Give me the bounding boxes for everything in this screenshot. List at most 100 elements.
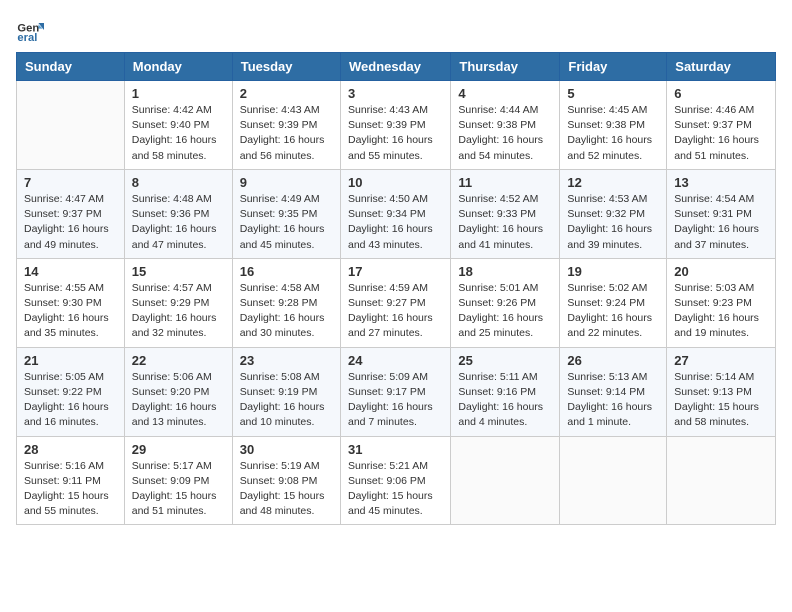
calendar-cell: 3Sunrise: 4:43 AMSunset: 9:39 PMDaylight… bbox=[340, 81, 450, 170]
day-number: 2 bbox=[240, 86, 333, 101]
cell-info: Sunrise: 5:11 AMSunset: 9:16 PMDaylight:… bbox=[458, 370, 552, 431]
header-day-saturday: Saturday bbox=[667, 53, 776, 81]
cell-info: Sunrise: 4:44 AMSunset: 9:38 PMDaylight:… bbox=[458, 103, 552, 164]
header: Gen eral bbox=[16, 16, 776, 44]
day-number: 15 bbox=[132, 264, 225, 279]
day-number: 1 bbox=[132, 86, 225, 101]
calendar-cell: 19Sunrise: 5:02 AMSunset: 9:24 PMDayligh… bbox=[560, 258, 667, 347]
day-number: 6 bbox=[674, 86, 768, 101]
calendar-week-row: 28 Sunrise: 5:16 AMSunset: 9:11 PMDayligh… bbox=[17, 436, 776, 525]
cell-info: Sunrise: 5:19 AMSunset: 9:08 PMDaylight:… bbox=[240, 459, 333, 520]
cell-info: Sunrise: 5:01 AMSunset: 9:26 PMDaylight:… bbox=[458, 281, 552, 342]
cell-info: Sunrise: 4:59 AMSunset: 9:27 PMDaylight:… bbox=[348, 281, 443, 342]
cell-info: Sunrise: 4:58 AMSunset: 9:28 PMDaylight:… bbox=[240, 281, 333, 342]
day-number: 25 bbox=[458, 353, 552, 368]
day-number: 12 bbox=[567, 175, 659, 190]
calendar-cell: 1 Sunrise: 4:42 AMSunset: 9:40 PMDaylight… bbox=[124, 81, 232, 170]
header-day-friday: Friday bbox=[560, 53, 667, 81]
svg-text:eral: eral bbox=[17, 32, 37, 44]
cell-info: Sunrise: 5:14 AMSunset: 9:13 PMDaylight:… bbox=[674, 370, 768, 431]
calendar-cell: 21 Sunrise: 5:05 AMSunset: 9:22 PMDayligh… bbox=[17, 347, 125, 436]
calendar-cell: 28 Sunrise: 5:16 AMSunset: 9:11 PMDayligh… bbox=[17, 436, 125, 525]
day-number: 17 bbox=[348, 264, 443, 279]
calendar-week-row: 1 Sunrise: 4:42 AMSunset: 9:40 PMDaylight… bbox=[17, 81, 776, 170]
header-day-wednesday: Wednesday bbox=[340, 53, 450, 81]
day-number: 23 bbox=[240, 353, 333, 368]
calendar-cell bbox=[560, 436, 667, 525]
logo: Gen eral bbox=[16, 16, 48, 44]
calendar-cell: 16 Sunrise: 4:58 AMSunset: 9:28 PMDayligh… bbox=[232, 258, 340, 347]
calendar: SundayMondayTuesdayWednesdayThursdayFrid… bbox=[16, 52, 776, 525]
calendar-week-row: 14Sunrise: 4:55 AMSunset: 9:30 PMDayligh… bbox=[17, 258, 776, 347]
cell-info: Sunrise: 4:45 AMSunset: 9:38 PMDaylight:… bbox=[567, 103, 659, 164]
cell-info: Sunrise: 5:03 AMSunset: 9:23 PMDaylight:… bbox=[674, 281, 768, 342]
calendar-cell: 27 Sunrise: 5:14 AMSunset: 9:13 PMDayligh… bbox=[667, 347, 776, 436]
day-number: 27 bbox=[674, 353, 768, 368]
cell-info: Sunrise: 4:53 AMSunset: 9:32 PMDaylight:… bbox=[567, 192, 659, 253]
calendar-cell: 29Sunrise: 5:17 AMSunset: 9:09 PMDayligh… bbox=[124, 436, 232, 525]
calendar-cell: 5 Sunrise: 4:45 AMSunset: 9:38 PMDaylight… bbox=[560, 81, 667, 170]
day-number: 21 bbox=[24, 353, 117, 368]
calendar-cell: 6Sunrise: 4:46 AMSunset: 9:37 PMDaylight… bbox=[667, 81, 776, 170]
cell-info: Sunrise: 5:05 AMSunset: 9:22 PMDaylight:… bbox=[24, 370, 117, 431]
cell-info: Sunrise: 4:55 AMSunset: 9:30 PMDaylight:… bbox=[24, 281, 117, 342]
calendar-cell: 13Sunrise: 4:54 AMSunset: 9:31 PMDayligh… bbox=[667, 169, 776, 258]
cell-info: Sunrise: 5:16 AMSunset: 9:11 PMDaylight:… bbox=[24, 459, 117, 520]
header-day-sunday: Sunday bbox=[17, 53, 125, 81]
day-number: 13 bbox=[674, 175, 768, 190]
calendar-cell: 4 Sunrise: 4:44 AMSunset: 9:38 PMDaylight… bbox=[451, 81, 560, 170]
day-number: 22 bbox=[132, 353, 225, 368]
calendar-header-row: SundayMondayTuesdayWednesdayThursdayFrid… bbox=[17, 53, 776, 81]
day-number: 18 bbox=[458, 264, 552, 279]
day-number: 7 bbox=[24, 175, 117, 190]
day-number: 5 bbox=[567, 86, 659, 101]
cell-info: Sunrise: 4:52 AMSunset: 9:33 PMDaylight:… bbox=[458, 192, 552, 253]
calendar-cell: 23Sunrise: 5:08 AMSunset: 9:19 PMDayligh… bbox=[232, 347, 340, 436]
cell-info: Sunrise: 5:13 AMSunset: 9:14 PMDaylight:… bbox=[567, 370, 659, 431]
day-number: 29 bbox=[132, 442, 225, 457]
cell-info: Sunrise: 4:50 AMSunset: 9:34 PMDaylight:… bbox=[348, 192, 443, 253]
calendar-cell: 10 Sunrise: 4:50 AMSunset: 9:34 PMDayligh… bbox=[340, 169, 450, 258]
cell-info: Sunrise: 4:43 AMSunset: 9:39 PMDaylight:… bbox=[240, 103, 333, 164]
cell-info: Sunrise: 4:48 AMSunset: 9:36 PMDaylight:… bbox=[132, 192, 225, 253]
calendar-cell: 25 Sunrise: 5:11 AMSunset: 9:16 PMDayligh… bbox=[451, 347, 560, 436]
logo-icon: Gen eral bbox=[16, 16, 44, 44]
day-number: 31 bbox=[348, 442, 443, 457]
day-number: 19 bbox=[567, 264, 659, 279]
calendar-cell: 31 Sunrise: 5:21 AMSunset: 9:06 PMDayligh… bbox=[340, 436, 450, 525]
calendar-cell: 22Sunrise: 5:06 AMSunset: 9:20 PMDayligh… bbox=[124, 347, 232, 436]
calendar-cell: 14Sunrise: 4:55 AMSunset: 9:30 PMDayligh… bbox=[17, 258, 125, 347]
day-number: 11 bbox=[458, 175, 552, 190]
calendar-cell: 26 Sunrise: 5:13 AMSunset: 9:14 PMDayligh… bbox=[560, 347, 667, 436]
calendar-cell: 12 Sunrise: 4:53 AMSunset: 9:32 PMDayligh… bbox=[560, 169, 667, 258]
calendar-cell bbox=[667, 436, 776, 525]
calendar-cell bbox=[17, 81, 125, 170]
day-number: 24 bbox=[348, 353, 443, 368]
day-number: 8 bbox=[132, 175, 225, 190]
calendar-cell: 17 Sunrise: 4:59 AMSunset: 9:27 PMDayligh… bbox=[340, 258, 450, 347]
calendar-cell: 2 Sunrise: 4:43 AMSunset: 9:39 PMDaylight… bbox=[232, 81, 340, 170]
day-number: 30 bbox=[240, 442, 333, 457]
cell-info: Sunrise: 4:42 AMSunset: 9:40 PMDaylight:… bbox=[132, 103, 225, 164]
calendar-cell: 24 Sunrise: 5:09 AMSunset: 9:17 PMDayligh… bbox=[340, 347, 450, 436]
header-day-monday: Monday bbox=[124, 53, 232, 81]
calendar-cell: 20Sunrise: 5:03 AMSunset: 9:23 PMDayligh… bbox=[667, 258, 776, 347]
calendar-body: 1 Sunrise: 4:42 AMSunset: 9:40 PMDaylight… bbox=[17, 81, 776, 525]
day-number: 16 bbox=[240, 264, 333, 279]
day-number: 4 bbox=[458, 86, 552, 101]
day-number: 3 bbox=[348, 86, 443, 101]
calendar-cell: 11 Sunrise: 4:52 AMSunset: 9:33 PMDayligh… bbox=[451, 169, 560, 258]
day-number: 28 bbox=[24, 442, 117, 457]
day-number: 10 bbox=[348, 175, 443, 190]
cell-info: Sunrise: 4:49 AMSunset: 9:35 PMDaylight:… bbox=[240, 192, 333, 253]
calendar-week-row: 21 Sunrise: 5:05 AMSunset: 9:22 PMDayligh… bbox=[17, 347, 776, 436]
header-day-thursday: Thursday bbox=[451, 53, 560, 81]
cell-info: Sunrise: 5:09 AMSunset: 9:17 PMDaylight:… bbox=[348, 370, 443, 431]
calendar-cell: 30 Sunrise: 5:19 AMSunset: 9:08 PMDayligh… bbox=[232, 436, 340, 525]
cell-info: Sunrise: 4:47 AMSunset: 9:37 PMDaylight:… bbox=[24, 192, 117, 253]
calendar-cell: 9Sunrise: 4:49 AMSunset: 9:35 PMDaylight… bbox=[232, 169, 340, 258]
day-number: 26 bbox=[567, 353, 659, 368]
calendar-cell: 15Sunrise: 4:57 AMSunset: 9:29 PMDayligh… bbox=[124, 258, 232, 347]
cell-info: Sunrise: 5:21 AMSunset: 9:06 PMDaylight:… bbox=[348, 459, 443, 520]
calendar-cell: 7 Sunrise: 4:47 AMSunset: 9:37 PMDaylight… bbox=[17, 169, 125, 258]
